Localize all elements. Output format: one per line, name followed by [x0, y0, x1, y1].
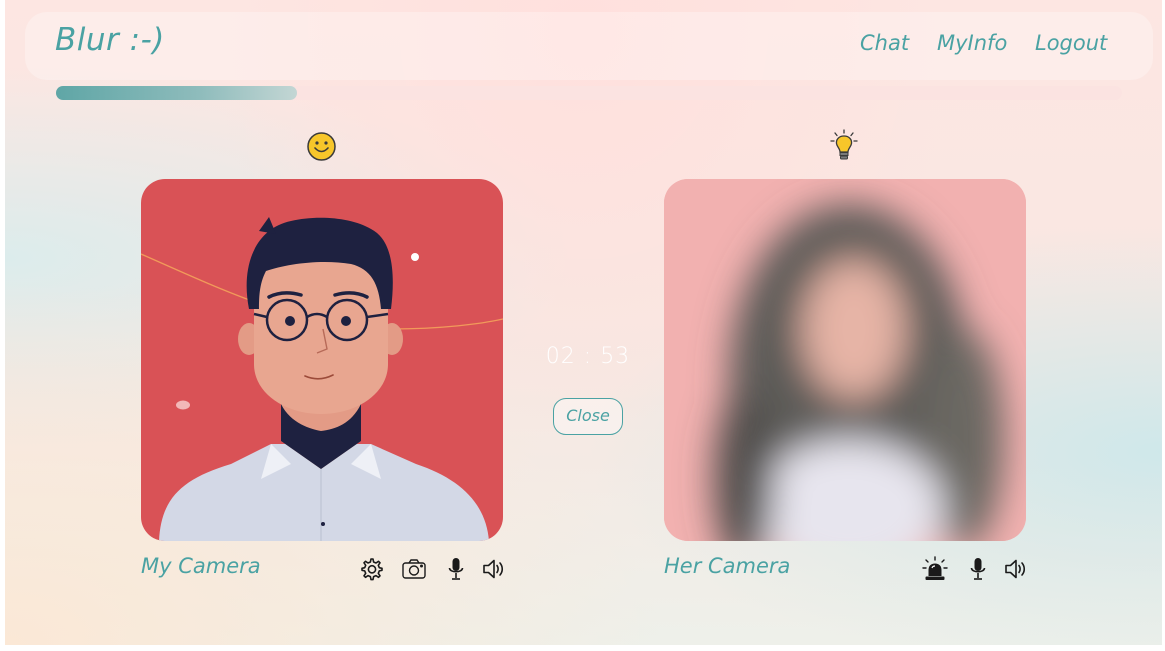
- nav-myinfo[interactable]: MyInfo: [937, 31, 1007, 55]
- microphone-icon[interactable]: [443, 556, 469, 582]
- nav-chat[interactable]: Chat: [860, 31, 909, 55]
- speaker-icon[interactable]: [1003, 556, 1029, 582]
- avatar: [141, 179, 503, 541]
- blurred-video: [664, 179, 1026, 541]
- my-camera-feed: [141, 179, 503, 541]
- lightbulb-icon: [830, 129, 858, 160]
- smiley-icon: [307, 132, 336, 161]
- her-camera-feed: [664, 179, 1026, 541]
- app-logo: Blur :-): [55, 22, 165, 58]
- app-background: Blur :-) Chat MyInfo Logout 02: 53 Clos…: [5, 0, 1162, 645]
- settings-icon[interactable]: [358, 556, 384, 582]
- close-button[interactable]: Close: [553, 398, 623, 435]
- my-camera-label: My Camera: [141, 554, 261, 578]
- call-timer: 02 : 53: [545, 344, 631, 369]
- alarm-siren-icon[interactable]: [922, 556, 948, 582]
- session-progress-fill: [56, 86, 297, 100]
- nav-logout[interactable]: Logout: [1035, 31, 1107, 55]
- session-progress-bar: [56, 86, 1122, 100]
- microphone-icon[interactable]: [965, 556, 991, 582]
- camera-icon[interactable]: [401, 556, 427, 582]
- her-camera-label: Her Camera: [664, 554, 791, 578]
- speaker-icon[interactable]: [481, 556, 507, 582]
